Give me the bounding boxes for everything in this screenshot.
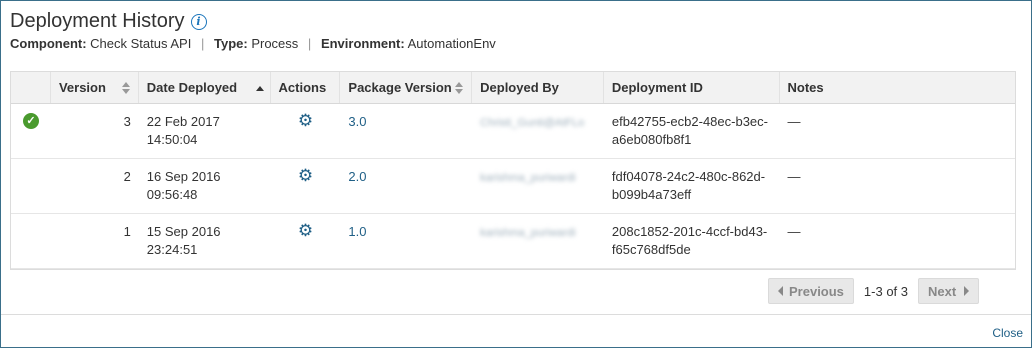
- deployment-id-cell: 208c1852-201c-4ccf-bd43- f65c768df5de: [604, 214, 780, 268]
- chevron-right-icon: [964, 286, 970, 296]
- page-count: 1-3 of 3: [863, 283, 909, 299]
- next-button[interactable]: Next: [918, 278, 980, 304]
- actions-cell: ⚙: [271, 104, 341, 158]
- version-cell: 3: [123, 114, 131, 129]
- date-text: 16 Sep 2016: [146, 169, 221, 184]
- package-version-link[interactable]: 2.0: [348, 169, 366, 184]
- table-row: ✓ 3 22 Feb 2017 14:50:04 ⚙ 3.0 Christi_G…: [11, 104, 1015, 159]
- column-header-label: Notes: [787, 80, 824, 95]
- deployment-table: Version Date Deployed Actions Package Ve…: [10, 71, 1016, 270]
- date-cell: 22 Feb 2017 14:50:04: [139, 104, 271, 158]
- deployment-id-cell: fdf04078-24c2-480c-862d- b099b4a73eff: [604, 159, 780, 213]
- column-header-label: Package Version: [348, 80, 452, 95]
- column-header-actions: Actions: [271, 72, 341, 103]
- date-cell: 16 Sep 2016 09:56:48: [139, 159, 271, 213]
- status-cell: [11, 214, 51, 268]
- sort-ascending-icon[interactable]: [255, 86, 264, 91]
- deployed-by-text: karishma_puriwardi: [480, 227, 576, 239]
- package-version-cell: 1.0: [340, 214, 472, 268]
- table-row: 2 16 Sep 2016 09:56:48 ⚙ 2.0 karishma_pu…: [11, 159, 1015, 214]
- dialog-title: Deployment History: [10, 10, 185, 32]
- meta-separator: |: [307, 36, 312, 51]
- date-cell: 15 Sep 2016 23:24:51: [139, 214, 271, 268]
- deployed-by-cell: karishma_puriwardi: [472, 159, 604, 213]
- column-header-package-version[interactable]: Package Version: [340, 72, 473, 103]
- table-header: Version Date Deployed Actions Package Ve…: [11, 72, 1015, 104]
- deployment-meta: Component: Check Status API | Type: Proc…: [10, 36, 496, 51]
- chevron-left-icon: [778, 286, 783, 296]
- gear-icon[interactable]: ⚙: [298, 222, 313, 240]
- column-header-notes: Notes: [780, 72, 1016, 103]
- version-cell: 2: [123, 169, 131, 184]
- sort-icon[interactable]: [121, 82, 130, 94]
- meta-separator: |: [200, 36, 205, 51]
- column-header-version[interactable]: Version: [51, 72, 139, 103]
- actions-cell: ⚙: [271, 159, 341, 213]
- notes-cell: —: [787, 224, 801, 239]
- info-icon[interactable]: i: [190, 13, 207, 30]
- package-version-link[interactable]: 1.0: [348, 224, 366, 239]
- actions-cell: ⚙: [271, 214, 341, 268]
- table-row: 1 15 Sep 2016 23:24:51 ⚙ 1.0 karishma_pu…: [11, 214, 1015, 269]
- pagination: Previous 1-3 of 3 Next: [768, 278, 980, 304]
- time-text: 09:56:48: [146, 187, 198, 202]
- deployed-by-text: Christi_Gunti@AtFLo: [480, 117, 585, 129]
- sort-icon[interactable]: [455, 82, 464, 94]
- notes-cell: —: [787, 169, 801, 184]
- deployment-history-dialog: Deployment History i Component: Check St…: [0, 0, 1032, 348]
- previous-label: Previous: [789, 283, 844, 299]
- deployed-by-cell: Christi_Gunti@AtFLo: [472, 104, 604, 158]
- close-link[interactable]: Close: [992, 326, 1023, 340]
- package-version-cell: 2.0: [340, 159, 472, 213]
- deployment-id-part: f65c768df5de: [611, 242, 691, 257]
- component-value: Check Status API: [90, 36, 192, 51]
- deployment-id-part: fdf04078-24c2-480c-862d-: [611, 169, 766, 184]
- type-label: Type:: [213, 36, 248, 51]
- deployment-id-part: b099b4a73eff: [611, 187, 692, 202]
- type-value: Process: [251, 36, 299, 51]
- deployed-by-text: karishma_puriwardi: [480, 172, 576, 184]
- date-text: 15 Sep 2016: [146, 224, 221, 239]
- column-header-label: Version: [58, 80, 106, 95]
- column-header-deployed-by: Deployed By: [472, 72, 604, 103]
- check-circle-icon: ✓: [23, 113, 39, 129]
- package-version-cell: 3.0: [340, 104, 472, 158]
- time-text: 23:24:51: [146, 242, 198, 257]
- deployment-id-part: efb42755-ecb2-48ec-b3ec-: [611, 114, 768, 129]
- component-label: Component:: [10, 36, 87, 51]
- column-header-label: Deployed By: [480, 80, 559, 95]
- environment-value: AutomationEnv: [407, 36, 496, 51]
- deployed-by-cell: karishma_puriwardi: [472, 214, 604, 268]
- deployment-id-part: 208c1852-201c-4ccf-bd43-: [611, 224, 768, 239]
- environment-label: Environment:: [320, 36, 405, 51]
- column-header-deployment-id: Deployment ID: [604, 72, 780, 103]
- dialog-footer: Close: [1, 314, 1031, 348]
- package-version-link[interactable]: 3.0: [348, 114, 366, 129]
- title-row: Deployment History i: [10, 10, 207, 33]
- previous-button[interactable]: Previous: [768, 278, 854, 304]
- notes-cell: —: [787, 114, 801, 129]
- gear-icon[interactable]: ⚙: [298, 167, 313, 185]
- status-cell: ✓: [11, 104, 51, 158]
- column-header-label: Actions: [278, 80, 327, 95]
- time-text: 14:50:04: [146, 132, 198, 147]
- deployment-id-part: a6eb080fb8f1: [611, 132, 692, 147]
- date-text: 22 Feb 2017: [146, 114, 220, 129]
- deployment-id-cell: efb42755-ecb2-48ec-b3ec- a6eb080fb8f1: [604, 104, 780, 158]
- column-header-label: Date Deployed: [146, 80, 238, 95]
- status-cell: [11, 159, 51, 213]
- version-cell: 1: [123, 224, 131, 239]
- gear-icon[interactable]: ⚙: [298, 112, 313, 130]
- column-header-label: Deployment ID: [611, 80, 703, 95]
- next-label: Next: [928, 283, 957, 299]
- column-header-date-deployed[interactable]: Date Deployed: [139, 72, 271, 103]
- column-header-status: [11, 72, 51, 103]
